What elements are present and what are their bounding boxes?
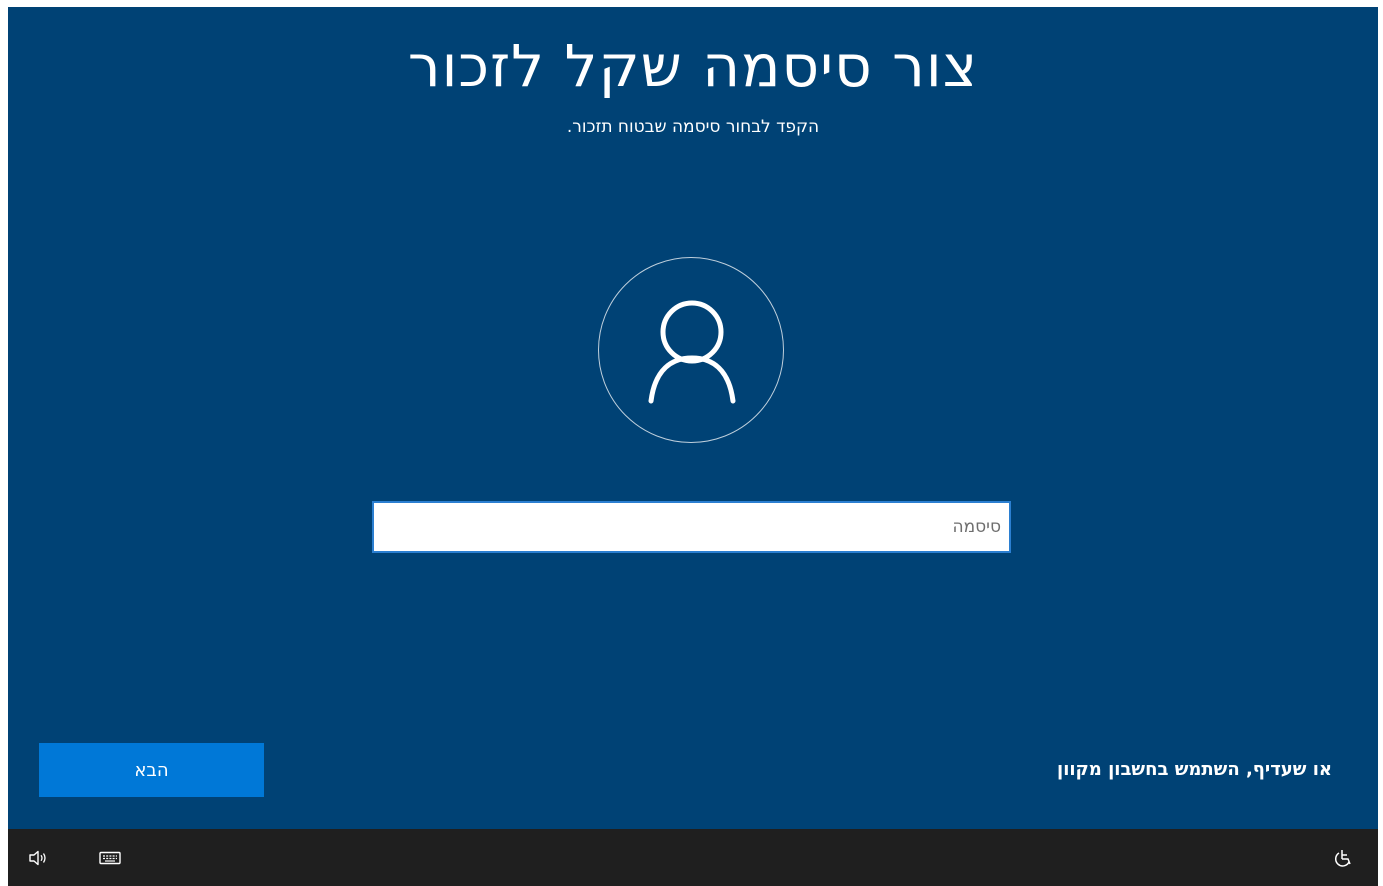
password-input[interactable] [372, 501, 1011, 553]
user-icon [648, 300, 736, 404]
next-button[interactable]: הבא [39, 743, 264, 797]
volume-icon[interactable] [28, 850, 48, 866]
page-subtitle: הקפד לבחור סיסמה שבטוח תזכור. [566, 117, 820, 137]
accessibility-icon[interactable] [1333, 848, 1355, 868]
page-title: צור סיסמה שקל לזכור [407, 32, 979, 100]
use-online-account-link[interactable]: או שעדיף, השתמש בחשבון מקוון [1057, 759, 1332, 780]
bottom-taskbar [8, 829, 1378, 886]
keyboard-icon[interactable] [99, 850, 121, 866]
screen: צור סיסמה שקל לזכור הקפד לבחור סיסמה שבט… [0, 0, 1383, 886]
oobe-panel: צור סיסמה שקל לזכור הקפד לבחור סיסמה שבט… [8, 7, 1378, 829]
user-avatar [598, 257, 784, 443]
